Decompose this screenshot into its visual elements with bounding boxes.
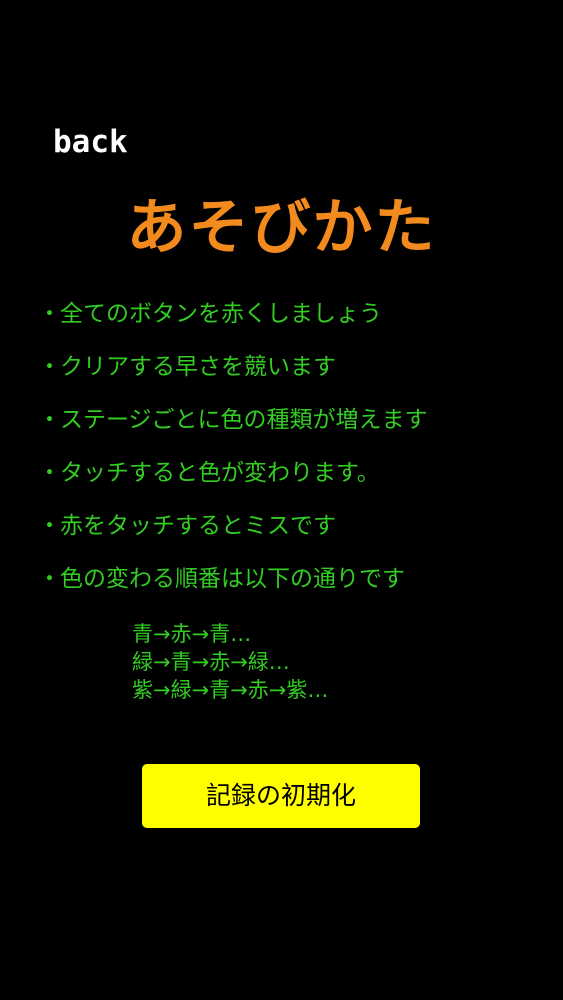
rule-item: ・全てのボタンを赤くしましょう [38, 292, 428, 345]
bullet: ・ [38, 407, 61, 433]
page-title: あそびかた [126, 193, 437, 263]
rule-text: 色の変わる順番は以下の通りです [60, 566, 405, 592]
back-button[interactable]: back [53, 122, 128, 162]
rules-list: ・全てのボタンを赤くしましょう ・クリアする早さを競います ・ステージごとに色の… [38, 292, 428, 610]
rule-text: 全てのボタンを赤くしましょう [60, 301, 382, 327]
bullet: ・ [38, 460, 61, 486]
rule-text: タッチすると色が変わります。 [60, 460, 380, 486]
bullet: ・ [38, 566, 61, 592]
rule-item: ・ステージごとに色の種類が増えます [38, 398, 428, 451]
rule-text: 赤をタッチするとミスです [60, 513, 336, 539]
rule-item: ・赤をタッチするとミスです [38, 504, 428, 557]
color-cycle-list: 青→赤→青… 緑→青→赤→緑… 紫→緑→青→赤→紫… [132, 620, 328, 704]
rule-text: クリアする早さを競います [60, 354, 336, 380]
rule-text: ステージごとに色の種類が増えます [60, 407, 428, 433]
rule-item: ・クリアする早さを競います [38, 345, 428, 398]
bullet: ・ [38, 513, 61, 539]
color-cycle-item: 青→赤→青… [132, 622, 252, 646]
color-cycle-item: 緑→青→赤→緑… [132, 650, 290, 674]
bullet: ・ [38, 354, 61, 380]
rule-item: ・タッチすると色が変わります。 [38, 451, 428, 504]
rule-item: ・色の変わる順番は以下の通りです [38, 557, 428, 610]
reset-records-button[interactable]: 記録の初期化 [142, 764, 420, 828]
color-cycle-item: 紫→緑→青→赤→紫… [132, 678, 329, 702]
bullet: ・ [38, 301, 61, 327]
